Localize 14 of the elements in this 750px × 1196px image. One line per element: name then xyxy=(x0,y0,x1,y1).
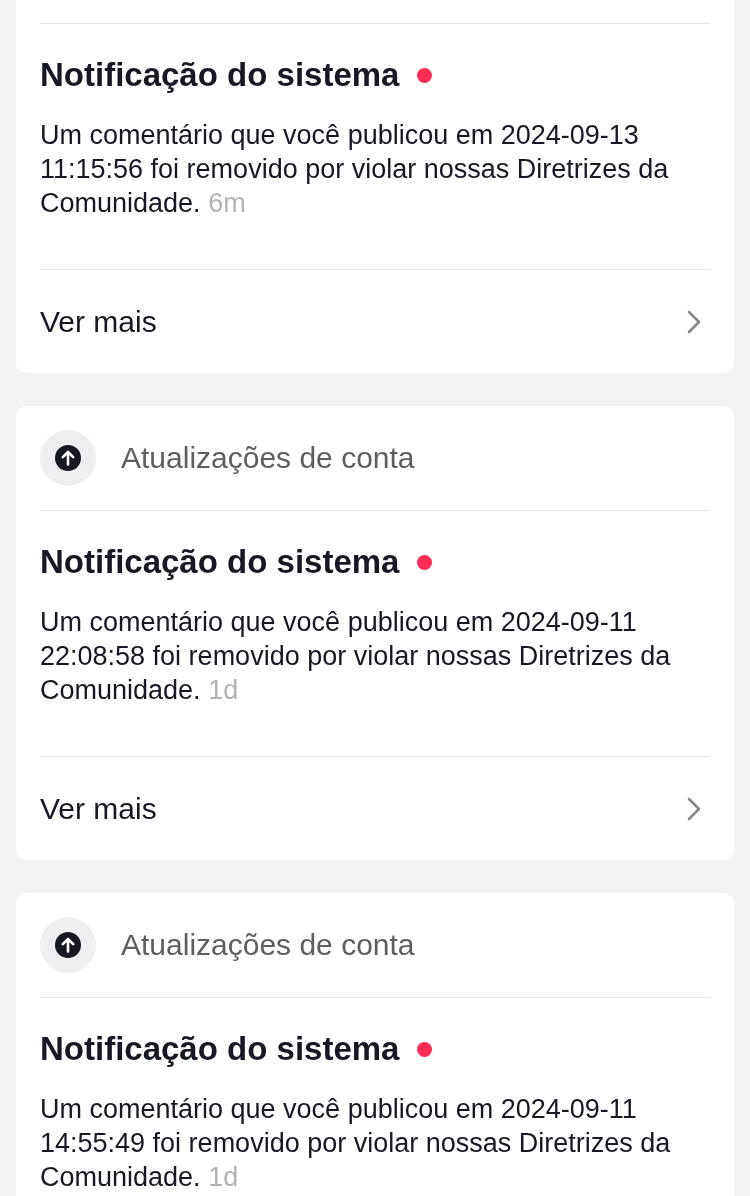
notification-title: Notificação do sistema xyxy=(40,1029,400,1069)
chevron-right-icon xyxy=(687,309,701,334)
arrow-up-icon xyxy=(40,917,96,973)
notification-message: Um comentário que você publicou em 2024-09-13 11:15:56 foi removido por violar nossas Diretrizes da Comunidade. 6m xyxy=(40,119,670,220)
notification-message: Um comentário que você publicou em 2024-09-11 22:08:58 foi removido por violar nossas Diretrizes da Comunidade. 1d xyxy=(40,606,672,707)
category-label: Atualizações de conta xyxy=(121,440,415,476)
notification-title: Notificação do sistema xyxy=(40,55,400,95)
notification-title: Notificação do sistema xyxy=(40,542,400,582)
arrow-up-icon xyxy=(40,430,96,486)
notification-message: Um comentário que você publicou em 2024-09-11 14:55:49 foi removido por violar nossas Diretrizes da Comunidade. 1d xyxy=(40,1093,672,1194)
see-more-button[interactable]: Ver mais xyxy=(40,269,710,373)
see-more-button[interactable]: Ver mais xyxy=(40,756,710,860)
category-label: Atualizações de conta xyxy=(121,927,415,963)
chevron-right-icon xyxy=(687,796,701,821)
